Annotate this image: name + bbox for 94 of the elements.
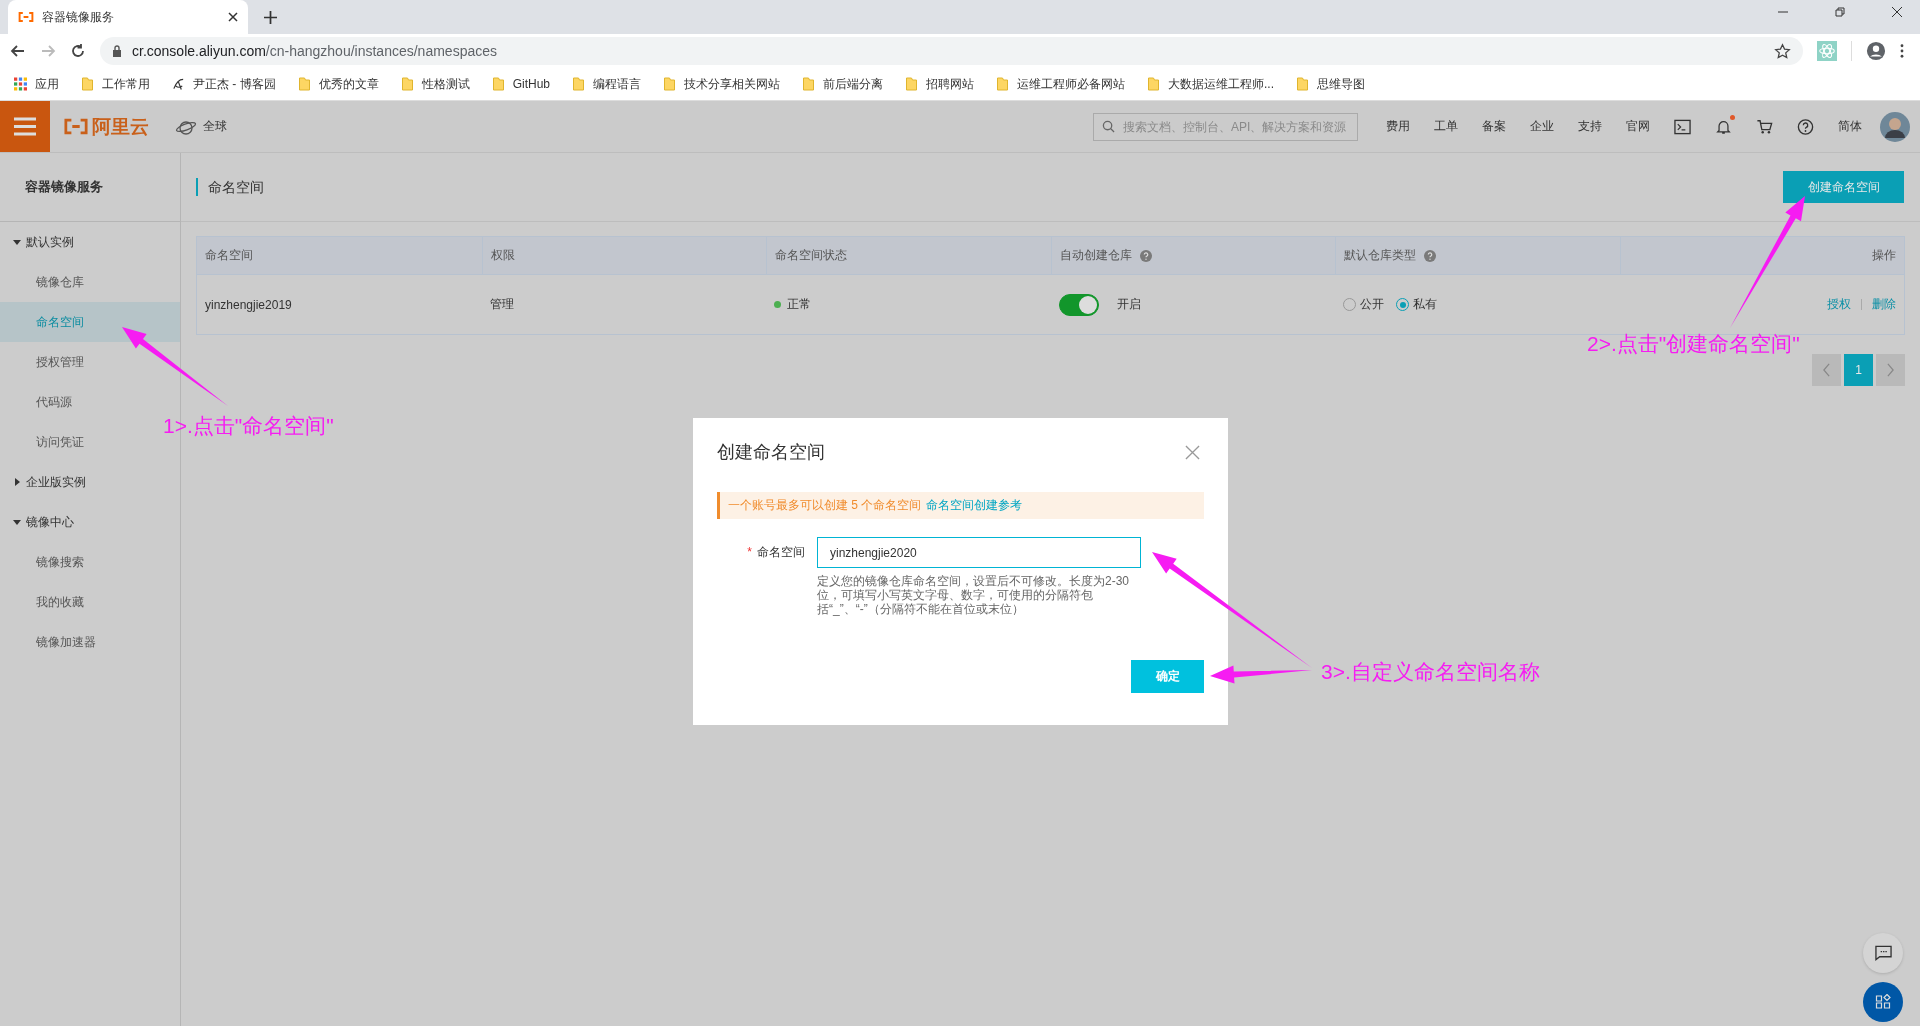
folder-icon [297,77,311,91]
page-title: 命名空间 [196,178,264,196]
chevron-left-icon [1822,363,1831,377]
nav-link[interactable]: 工单 [1434,118,1458,135]
table-cell: yinzhengjie2019 [205,297,292,312]
folder-icon [802,77,816,91]
lock-icon [112,45,122,57]
chevron-right-icon [1886,363,1895,377]
bookmark[interactable]: 招聘网站 [905,75,975,93]
close-icon[interactable] [228,12,238,22]
folder-icon [491,77,505,91]
chat-button[interactable] [1863,933,1903,973]
browser-tab[interactable]: 容器镜像服务 [8,0,248,34]
bookmark[interactable]: 前后端分离 [802,75,884,93]
table-cell: 管理 [489,296,514,313]
search-icon [1102,120,1115,133]
cart-icon[interactable] [1756,118,1773,135]
dialog-title: 创建命名空间 [717,441,825,464]
nav-link[interactable]: 费用 [1386,118,1410,135]
sidebar-group[interactable]: 默认实例 [0,222,180,262]
menu-icon[interactable] [1900,44,1904,58]
bookmark[interactable]: 编程语言 [572,75,642,93]
nav-link[interactable]: 备案 [1482,118,1506,135]
reload-icon[interactable] [70,43,86,59]
swirl-icon [172,77,185,91]
toggle-switch[interactable] [1058,293,1099,316]
bell-icon[interactable] [1715,118,1732,135]
language-link[interactable]: 简体 [1838,118,1862,135]
grid-icon [1874,994,1892,1010]
bookmark[interactable]: 优秀的文章 [297,75,379,93]
sidebar-item[interactable]: 我的收藏 [0,582,180,622]
column-header: 自动创建仓库 [1059,247,1132,264]
field-label: 命名空间 [757,543,805,561]
toggle-label: 开启 [1116,296,1141,313]
nav-link[interactable]: 企业 [1530,118,1554,135]
status-text: 正常 [787,296,811,313]
tab-title: 容器镜像服务 [42,8,115,26]
folder-icon [572,77,586,91]
search-field[interactable]: 搜索文档、控制台、API、解决方案和资源 [1093,112,1358,141]
folder-icon [905,77,919,91]
star-icon[interactable] [1774,42,1791,60]
sidebar-item[interactable]: 授权管理 [0,342,180,382]
nav-link[interactable]: 支持 [1578,118,1602,135]
avatar[interactable] [1880,111,1910,142]
folder-icon [81,77,94,91]
column-header: 权限 [490,247,515,264]
apps-button[interactable] [1863,982,1903,1022]
help-icon[interactable] [1797,118,1814,135]
address-bar[interactable]: cr.console.aliyun.com/cn-hangzhou/instances/namespaces [100,37,1803,65]
bookmark[interactable]: GitHub [491,77,551,91]
help-text: 定义您的镜像仓库命名空间，设置后不可修改。长度为2-30位，可填写小写英文字母、数字，可使用的分隔符包括“_”、“-”（分隔符不能在首位或末位） [817,574,1131,616]
nav-link[interactable]: 官网 [1626,118,1650,135]
notice-text: 一个账号最多可以创建 5 个命名空间 [728,497,922,514]
radio-option[interactable]: 私有 [1396,296,1437,313]
terminal-icon[interactable] [1674,118,1691,135]
restore-icon[interactable] [1834,5,1846,18]
bookmark[interactable]: 运维工程师必备网站 [996,75,1126,93]
folder-icon [996,77,1010,91]
bookmark[interactable]: 技术分享相关网站 [663,75,781,93]
sidebar-item[interactable]: 镜像加速器 [0,622,180,662]
profile-icon[interactable] [1866,41,1886,61]
back-icon[interactable] [10,43,26,59]
column-header: 操作 [1872,247,1896,264]
cloud-logo-icon [64,118,88,135]
bookmark[interactable]: 思维导图 [1296,75,1366,93]
sidebar-group[interactable]: 企业版实例 [0,462,180,502]
folder-icon [663,77,677,91]
column-header: 默认仓库类型 [1344,247,1416,264]
cloud-logo-icon [18,11,34,23]
bookmark[interactable]: 工作常用 [81,75,150,93]
apps-grid-icon [14,77,27,91]
bookmark[interactable]: 性格测试 [400,75,470,93]
column-header: 命名空间状态 [775,247,847,264]
chat-icon [1874,945,1892,961]
radio-option[interactable]: 公开 [1343,296,1384,313]
sidebar-item[interactable]: 镜像搜索 [0,542,180,582]
input-field[interactable]: yinzhengjie2020 [817,537,1141,568]
bookmark[interactable]: 大数据运维工程师... [1147,75,1275,93]
annotation-text: 3>.自定义命名空间名称 [1321,659,1540,685]
folder-icon [1147,77,1161,91]
folder-icon [400,77,414,91]
sidebar-item[interactable]: 镜像仓库 [0,262,180,302]
region-selector[interactable]: 全球 [175,117,227,136]
close-icon[interactable] [1891,5,1903,18]
sidebar-group[interactable]: 镜像中心 [0,502,180,542]
bookmark[interactable]: 尹正杰 - 博客园 [172,75,276,93]
required-mark: * [747,545,752,559]
new-tab-icon[interactable] [264,11,277,24]
sidebar-title: 容器镜像服务 [0,153,180,222]
bookmark[interactable]: 应用 [14,75,59,93]
folder-icon [1296,77,1310,91]
column-header: 命名空间 [205,247,253,264]
annotation-text: 1>.点击"命名空间" [163,413,334,439]
annotation-text: 2>.点击"创建命名空间" [1587,331,1800,357]
